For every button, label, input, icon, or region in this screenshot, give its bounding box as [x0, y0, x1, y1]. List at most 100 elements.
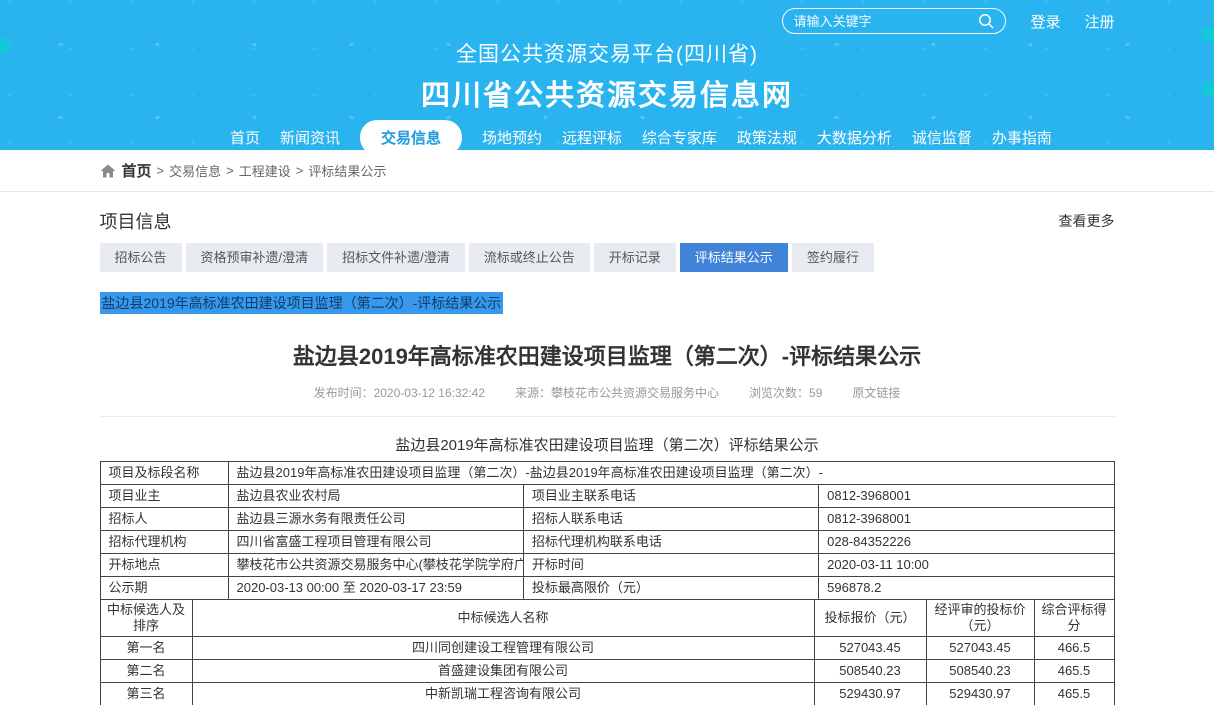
announcement-link-selected[interactable]: 盐边县2019年高标准农田建设项目监理（第二次）-评标结果公示	[100, 292, 504, 314]
value-cell: 2020-03-11 10:00	[819, 554, 1114, 577]
header-cell: 中标候选人名称	[192, 600, 814, 637]
table-row: 项目业主 盐边县农业农村局 项目业主联系电话 0812-3968001	[100, 485, 1114, 508]
header-top-row: 登录 注册	[100, 0, 1115, 34]
project-info-table: 项目及标段名称 盐边县2019年高标准农田建设项目监理（第二次）-盐边县2019…	[100, 461, 1115, 600]
divider	[100, 416, 1115, 417]
value-cell: 盐边县农业农村局	[228, 485, 523, 508]
section-title: 项目信息	[100, 208, 172, 234]
nav-item-big-data[interactable]: 大数据分析	[817, 127, 892, 148]
home-icon	[100, 163, 116, 179]
value-cell: 攀枝花市公共资源交易服务中心(攀枝花学院学府广场2号楼3楼)	[228, 554, 523, 577]
breadcrumb-separator: >	[226, 163, 234, 178]
search-box[interactable]	[782, 8, 1006, 34]
table-row: 第一名 四川同创建设工程管理有限公司 527043.45 527043.45 4…	[100, 637, 1114, 660]
decor-square	[0, 38, 10, 52]
score-cell: 465.5	[1034, 660, 1114, 683]
breadcrumb-current: 评标结果公示	[308, 161, 386, 180]
platform-title: 全国公共资源交易平台(四川省)	[100, 38, 1115, 68]
breadcrumb-separator: >	[296, 163, 304, 178]
nav-item-trade-info[interactable]: 交易信息	[360, 120, 462, 155]
label-cell: 项目业主联系电话	[523, 485, 818, 508]
value-cell: 盐边县三源水务有限责任公司	[228, 508, 523, 531]
candidate-name-cell: 四川同创建设工程管理有限公司	[192, 637, 814, 660]
candidates-table: 中标候选人及排序 中标候选人名称 投标报价（元） 经评审的投标价（元） 综合评标…	[100, 599, 1115, 705]
tab-tender-doc-addendum[interactable]: 招标文件补遗/澄清	[327, 243, 465, 272]
table-row: 项目及标段名称 盐边县2019年高标准农田建设项目监理（第二次）-盐边县2019…	[100, 462, 1114, 485]
label-cell: 开标地点	[100, 554, 228, 577]
tab-prequalification-addendum[interactable]: 资格预审补遗/澄清	[186, 243, 324, 272]
table-row: 公示期 2020-03-13 00:00 至 2020-03-17 23:59 …	[100, 577, 1114, 600]
site-header: 登录 注册 全国公共资源交易平台(四川省) 四川省公共资源交易信息网 首页 新闻…	[0, 0, 1214, 150]
value-cell: 盐边县2019年高标准农田建设项目监理（第二次）-盐边县2019年高标准农田建设…	[228, 462, 1114, 485]
tab-bid-opening-record[interactable]: 开标记录	[594, 243, 676, 272]
bid-price-cell: 529430.97	[814, 683, 926, 705]
view-more-link[interactable]: 查看更多	[1059, 211, 1115, 231]
header-cell: 经评审的投标价（元）	[926, 600, 1034, 637]
nav-item-remote-evaluation[interactable]: 远程评标	[562, 127, 622, 148]
main-nav: 首页 新闻资讯 交易信息 场地预约 远程评标 综合专家库 政策法规 大数据分析 …	[142, 114, 1072, 160]
table-row: 第三名 中新凯瑞工程咨询有限公司 529430.97 529430.97 465…	[100, 683, 1114, 705]
rank-cell: 第一名	[100, 637, 192, 660]
nav-item-policies[interactable]: 政策法规	[737, 127, 797, 148]
rank-cell: 第三名	[100, 683, 192, 705]
label-cell: 项目及标段名称	[100, 462, 228, 485]
table-header-row: 中标候选人及排序 中标候选人名称 投标报价（元） 经评审的投标价（元） 综合评标…	[100, 600, 1114, 637]
nav-item-home[interactable]: 首页	[230, 127, 260, 148]
bid-price-cell: 527043.45	[814, 637, 926, 660]
view-count: 浏览次数：59	[749, 384, 822, 401]
table-row: 开标地点 攀枝花市公共资源交易服务中心(攀枝花学院学府广场2号楼3楼) 开标时间…	[100, 554, 1114, 577]
header-cell: 综合评标得分	[1034, 600, 1114, 637]
nav-item-venue-booking[interactable]: 场地预约	[482, 127, 542, 148]
breadcrumb-separator: >	[157, 163, 165, 178]
candidate-name-cell: 中新凯瑞工程咨询有限公司	[192, 683, 814, 705]
label-cell: 开标时间	[523, 554, 818, 577]
tab-failed-or-terminated[interactable]: 流标或终止公告	[469, 243, 590, 272]
nav-item-guide[interactable]: 办事指南	[992, 127, 1052, 148]
label-cell: 招标人联系电话	[523, 508, 818, 531]
score-cell: 466.5	[1034, 637, 1114, 660]
table-row: 第二名 首盛建设集团有限公司 508540.23 508540.23 465.5	[100, 660, 1114, 683]
label-cell: 招标代理机构	[100, 531, 228, 554]
evaluated-price-cell: 527043.45	[926, 637, 1034, 660]
breadcrumb-home[interactable]: 首页	[122, 160, 152, 181]
site-title: 四川省公共资源交易信息网	[100, 72, 1115, 114]
tab-evaluation-result[interactable]: 评标结果公示	[680, 243, 788, 272]
value-cell: 0812-3968001	[819, 485, 1114, 508]
search-input[interactable]	[793, 14, 978, 29]
bid-price-cell: 508540.23	[814, 660, 926, 683]
nav-item-integrity[interactable]: 诚信监督	[912, 127, 972, 148]
nav-item-expert-pool[interactable]: 综合专家库	[642, 127, 717, 148]
evaluated-price-cell: 529430.97	[926, 683, 1034, 705]
project-tabs: 招标公告 资格预审补遗/澄清 招标文件补遗/澄清 流标或终止公告 开标记录 评标…	[100, 243, 1115, 272]
original-link[interactable]: 原文链接	[852, 384, 900, 401]
login-link[interactable]: 登录	[1030, 11, 1060, 32]
publish-time: 发布时间：2020-03-12 16:32:42	[314, 384, 485, 401]
register-link[interactable]: 注册	[1084, 11, 1114, 32]
article-source: 来源：攀枝花市公共资源交易服务中心	[515, 384, 719, 401]
breadcrumb-engineering[interactable]: 工程建设	[239, 161, 291, 180]
header-cell: 中标候选人及排序	[100, 600, 192, 637]
nav-item-news[interactable]: 新闻资讯	[280, 127, 340, 148]
value-cell: 596878.2	[819, 577, 1114, 600]
decor-square	[1202, 82, 1214, 96]
evaluated-price-cell: 508540.23	[926, 660, 1034, 683]
result-table-caption: 盐边县2019年高标准农田建设项目监理（第二次）评标结果公示	[100, 434, 1115, 455]
score-cell: 465.5	[1034, 683, 1114, 705]
decor-square	[1202, 27, 1214, 42]
label-cell: 项目业主	[100, 485, 228, 508]
tab-contract-performance[interactable]: 签约履行	[792, 243, 874, 272]
label-cell: 投标最高限价（元）	[523, 577, 818, 600]
article-meta: 发布时间：2020-03-12 16:32:42 来源：攀枝花市公共资源交易服务…	[100, 384, 1115, 401]
table-row: 招标代理机构 四川省富盛工程项目管理有限公司 招标代理机构联系电话 028-84…	[100, 531, 1114, 554]
value-cell: 0812-3968001	[819, 508, 1114, 531]
search-icon[interactable]	[978, 13, 995, 30]
table-row: 招标人 盐边县三源水务有限责任公司 招标人联系电话 0812-3968001	[100, 508, 1114, 531]
breadcrumb-trade-info[interactable]: 交易信息	[169, 161, 221, 180]
main-content: 项目信息 查看更多 招标公告 资格预审补遗/澄清 招标文件补遗/澄清 流标或终止…	[100, 208, 1115, 705]
header-cell: 投标报价（元）	[814, 600, 926, 637]
value-cell: 四川省富盛工程项目管理有限公司	[228, 531, 523, 554]
tab-tender-announcement[interactable]: 招标公告	[100, 243, 182, 272]
label-cell: 招标人	[100, 508, 228, 531]
label-cell: 招标代理机构联系电话	[523, 531, 818, 554]
rank-cell: 第二名	[100, 660, 192, 683]
